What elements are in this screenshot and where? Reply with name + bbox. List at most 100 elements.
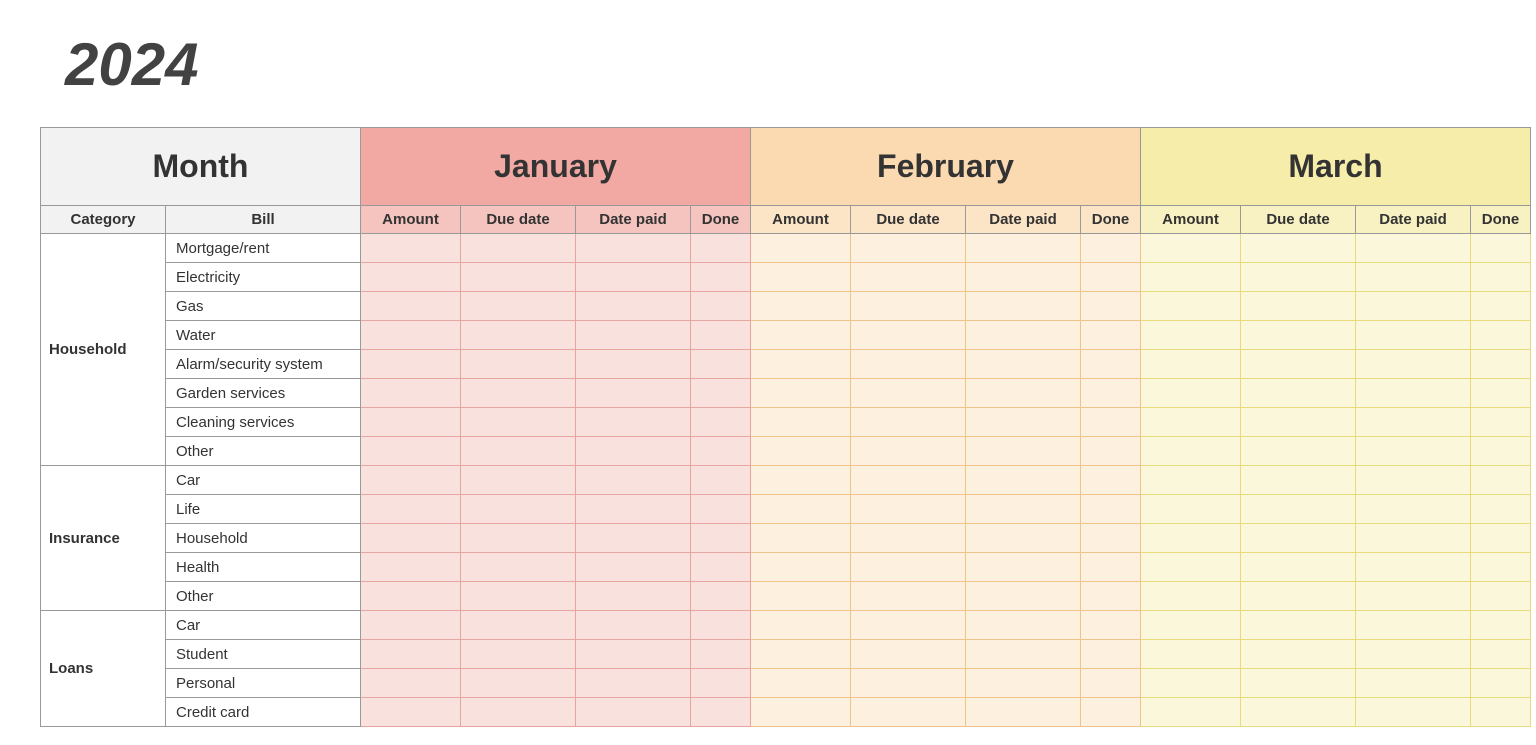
data-cell[interactable]	[1141, 466, 1241, 495]
data-cell[interactable]	[1241, 466, 1356, 495]
data-cell[interactable]	[966, 292, 1081, 321]
data-cell[interactable]	[1471, 640, 1531, 669]
data-cell[interactable]	[1081, 466, 1141, 495]
data-cell[interactable]	[966, 408, 1081, 437]
data-cell[interactable]	[851, 321, 966, 350]
data-cell[interactable]	[751, 466, 851, 495]
data-cell[interactable]	[966, 524, 1081, 553]
data-cell[interactable]	[1471, 611, 1531, 640]
data-cell[interactable]	[1141, 379, 1241, 408]
data-cell[interactable]	[361, 321, 461, 350]
data-cell[interactable]	[576, 524, 691, 553]
data-cell[interactable]	[1356, 640, 1471, 669]
data-cell[interactable]	[851, 698, 966, 727]
data-cell[interactable]	[1141, 495, 1241, 524]
data-cell[interactable]	[361, 466, 461, 495]
data-cell[interactable]	[691, 495, 751, 524]
data-cell[interactable]	[1081, 321, 1141, 350]
data-cell[interactable]	[1356, 582, 1471, 611]
data-cell[interactable]	[1141, 263, 1241, 292]
data-cell[interactable]	[1141, 350, 1241, 379]
data-cell[interactable]	[1081, 379, 1141, 408]
data-cell[interactable]	[576, 350, 691, 379]
data-cell[interactable]	[361, 669, 461, 698]
data-cell[interactable]	[966, 437, 1081, 466]
data-cell[interactable]	[361, 234, 461, 263]
data-cell[interactable]	[691, 437, 751, 466]
data-cell[interactable]	[1081, 408, 1141, 437]
data-cell[interactable]	[361, 698, 461, 727]
data-cell[interactable]	[461, 437, 576, 466]
data-cell[interactable]	[966, 582, 1081, 611]
data-cell[interactable]	[1356, 263, 1471, 292]
data-cell[interactable]	[691, 524, 751, 553]
data-cell[interactable]	[966, 466, 1081, 495]
data-cell[interactable]	[1141, 524, 1241, 553]
data-cell[interactable]	[1081, 582, 1141, 611]
data-cell[interactable]	[361, 495, 461, 524]
data-cell[interactable]	[751, 582, 851, 611]
data-cell[interactable]	[1241, 582, 1356, 611]
data-cell[interactable]	[751, 350, 851, 379]
data-cell[interactable]	[576, 292, 691, 321]
data-cell[interactable]	[1241, 321, 1356, 350]
data-cell[interactable]	[751, 669, 851, 698]
data-cell[interactable]	[461, 466, 576, 495]
data-cell[interactable]	[461, 408, 576, 437]
data-cell[interactable]	[1356, 611, 1471, 640]
data-cell[interactable]	[1081, 437, 1141, 466]
data-cell[interactable]	[1241, 379, 1356, 408]
data-cell[interactable]	[1081, 611, 1141, 640]
data-cell[interactable]	[691, 582, 751, 611]
data-cell[interactable]	[751, 698, 851, 727]
data-cell[interactable]	[1356, 234, 1471, 263]
data-cell[interactable]	[361, 408, 461, 437]
data-cell[interactable]	[691, 611, 751, 640]
data-cell[interactable]	[576, 553, 691, 582]
data-cell[interactable]	[576, 582, 691, 611]
data-cell[interactable]	[1471, 669, 1531, 698]
data-cell[interactable]	[576, 379, 691, 408]
data-cell[interactable]	[966, 379, 1081, 408]
data-cell[interactable]	[1471, 495, 1531, 524]
data-cell[interactable]	[691, 698, 751, 727]
data-cell[interactable]	[1141, 234, 1241, 263]
data-cell[interactable]	[1241, 437, 1356, 466]
data-cell[interactable]	[966, 553, 1081, 582]
data-cell[interactable]	[361, 553, 461, 582]
data-cell[interactable]	[576, 263, 691, 292]
data-cell[interactable]	[1471, 524, 1531, 553]
data-cell[interactable]	[1241, 553, 1356, 582]
data-cell[interactable]	[1141, 321, 1241, 350]
data-cell[interactable]	[461, 640, 576, 669]
data-cell[interactable]	[751, 408, 851, 437]
data-cell[interactable]	[461, 292, 576, 321]
data-cell[interactable]	[1356, 379, 1471, 408]
data-cell[interactable]	[1241, 350, 1356, 379]
data-cell[interactable]	[851, 437, 966, 466]
data-cell[interactable]	[1356, 495, 1471, 524]
data-cell[interactable]	[966, 495, 1081, 524]
data-cell[interactable]	[751, 292, 851, 321]
data-cell[interactable]	[361, 524, 461, 553]
data-cell[interactable]	[1081, 292, 1141, 321]
data-cell[interactable]	[751, 524, 851, 553]
data-cell[interactable]	[1241, 263, 1356, 292]
data-cell[interactable]	[1141, 698, 1241, 727]
data-cell[interactable]	[576, 495, 691, 524]
data-cell[interactable]	[691, 466, 751, 495]
data-cell[interactable]	[1471, 292, 1531, 321]
data-cell[interactable]	[1141, 669, 1241, 698]
data-cell[interactable]	[576, 437, 691, 466]
data-cell[interactable]	[576, 611, 691, 640]
data-cell[interactable]	[1241, 611, 1356, 640]
data-cell[interactable]	[1081, 350, 1141, 379]
data-cell[interactable]	[576, 669, 691, 698]
data-cell[interactable]	[1081, 234, 1141, 263]
data-cell[interactable]	[361, 582, 461, 611]
data-cell[interactable]	[851, 292, 966, 321]
data-cell[interactable]	[1471, 379, 1531, 408]
data-cell[interactable]	[361, 437, 461, 466]
data-cell[interactable]	[1356, 698, 1471, 727]
data-cell[interactable]	[751, 495, 851, 524]
